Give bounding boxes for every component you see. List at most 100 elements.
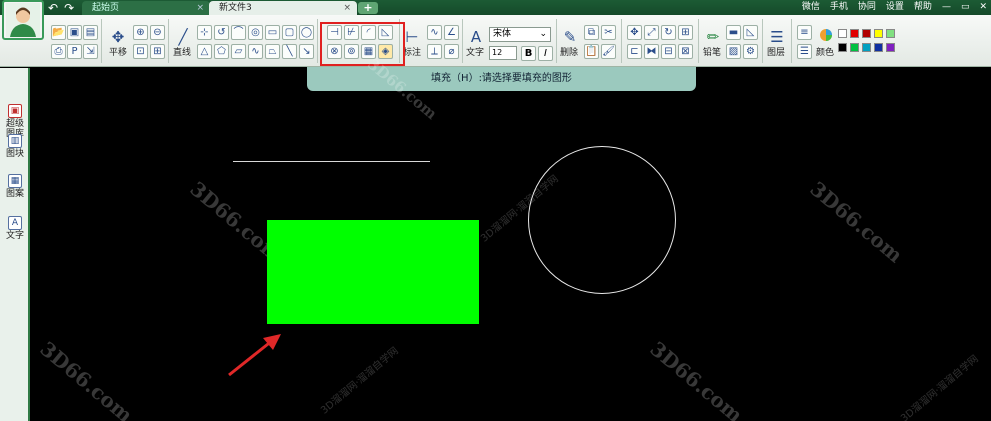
pan-label[interactable]: 平移 (109, 45, 127, 58)
pentagon-icon[interactable]: ⬠ (214, 44, 229, 59)
color-swatch[interactable] (886, 43, 895, 52)
rectangle-icon[interactable]: ▭ (265, 25, 280, 40)
delete-label[interactable]: 删除 (560, 45, 578, 58)
dimension-icon[interactable]: ⊢ (402, 27, 422, 47)
color-swatch[interactable] (886, 29, 895, 38)
color-swatch[interactable] (874, 29, 883, 38)
dimension-label[interactable]: 标注 (403, 45, 421, 58)
paste-icon[interactable]: 📋 (584, 44, 599, 59)
line-tool-icon[interactable]: ╱ (173, 27, 193, 47)
dim-diameter-icon[interactable]: ⌀ (444, 44, 459, 59)
add-tab-button[interactable]: + (358, 2, 378, 14)
spline-icon[interactable]: ∿ (248, 44, 263, 59)
color-swatch[interactable] (850, 43, 859, 52)
help-link[interactable]: 帮助 (914, 0, 932, 14)
measure-icon[interactable]: ◺ (743, 25, 758, 40)
undo-arrow-icon[interactable]: ↶ (48, 1, 58, 15)
rotate-icon[interactable]: ↻ (661, 25, 676, 40)
wechat-link[interactable]: 微信 (802, 0, 820, 14)
save-icon[interactable]: ▣ (67, 25, 82, 40)
line-tool-label[interactable]: 直线 (173, 45, 191, 58)
user-avatar[interactable] (2, 0, 44, 40)
dim-angle-icon[interactable]: ∠ (444, 25, 459, 40)
top-right-menu: 微信 手机 协同 设置 帮助 — ▭ ✕ (802, 0, 987, 14)
bold-button[interactable]: B (521, 46, 536, 61)
layers-icon[interactable]: ☰ (767, 27, 787, 47)
collab-link[interactable]: 协同 (858, 0, 876, 14)
brush-icon[interactable]: 🖌 (601, 44, 616, 59)
polyline-icon[interactable]: ⊹ (197, 25, 212, 40)
color-wheel-icon[interactable] (816, 25, 836, 45)
trapezoid-icon[interactable]: ⏢ (265, 44, 280, 59)
layer-label[interactable]: 图层 (767, 45, 785, 58)
drawing-canvas[interactable] (32, 91, 991, 421)
close-window-button[interactable]: ✕ (979, 0, 987, 14)
align-icon[interactable]: ⊟ (661, 44, 676, 59)
group-icon[interactable]: ⊠ (678, 44, 693, 59)
color-swatch[interactable] (838, 43, 847, 52)
eraser-icon[interactable]: ✎ (560, 27, 580, 47)
pencil-label[interactable]: 铅笔 (703, 45, 721, 58)
zoom-out-icon[interactable]: ⊖ (150, 25, 165, 40)
scale-icon[interactable]: ⤢ (644, 25, 659, 40)
pan-icon[interactable]: ✥ (108, 27, 128, 47)
print-icon[interactable]: ⎙ (51, 44, 66, 59)
pattern-item[interactable]: ▦ 图案 (2, 174, 28, 199)
settings-small-icon[interactable]: ⚙ (743, 44, 758, 59)
copy-icon[interactable]: ⧉ (584, 25, 599, 40)
color-swatch[interactable] (862, 29, 871, 38)
font-family-select[interactable]: 宋体 ⌄ (489, 27, 551, 42)
close-icon[interactable]: × (196, 1, 204, 15)
cut-icon[interactable]: ✂ (601, 25, 616, 40)
arrow-line-icon[interactable]: ↘ (299, 44, 314, 59)
text-tool-label[interactable]: 文字 (466, 45, 484, 58)
zoom-extents-icon[interactable]: ⊞ (150, 44, 165, 59)
save-as-icon[interactable]: ▤ (83, 25, 98, 40)
text-item[interactable]: A 文字 (2, 216, 28, 241)
font-size-select[interactable]: 12 (489, 46, 517, 60)
diagonal-icon[interactable]: ╲ (282, 44, 297, 59)
block-item[interactable]: ▥ 图块 (2, 134, 28, 159)
settings-link[interactable]: 设置 (886, 0, 904, 14)
tab-start-page[interactable]: 起始页 × (82, 1, 210, 15)
italic-button[interactable]: I (538, 46, 553, 61)
ellipse-icon[interactable]: ◯ (299, 25, 314, 40)
color-label[interactable]: 颜色 (816, 45, 834, 58)
array-icon[interactable]: ⊞ (678, 25, 693, 40)
pdf-icon[interactable]: P (67, 44, 82, 59)
mirror-icon[interactable]: ⧓ (644, 44, 659, 59)
color-swatch[interactable] (862, 43, 871, 52)
arc-icon[interactable]: ↺ (214, 25, 229, 40)
ruler-icon[interactable]: ▬ (726, 25, 741, 40)
drawn-circle[interactable] (528, 146, 676, 294)
maximize-button[interactable]: ▭ (961, 0, 970, 14)
zoom-in-icon[interactable]: ⊕ (133, 25, 148, 40)
filled-rectangle[interactable] (267, 220, 479, 324)
line-weight-icon[interactable]: ≡ (797, 25, 812, 40)
curve-icon[interactable]: ⌒ (231, 25, 246, 40)
image-icon[interactable]: ▨ (726, 44, 741, 59)
circle-icon[interactable]: ◎ (248, 25, 263, 40)
zoom-window-icon[interactable]: ⊡ (133, 44, 148, 59)
export-icon[interactable]: ⇲ (83, 44, 98, 59)
text-tool-icon[interactable]: A (466, 27, 486, 47)
move-icon[interactable]: ✥ (627, 25, 642, 40)
mobile-link[interactable]: 手机 (830, 0, 848, 14)
minimize-button[interactable]: — (942, 0, 951, 14)
close-icon[interactable]: × (343, 1, 351, 15)
parallelogram-icon[interactable]: ▱ (231, 44, 246, 59)
open-file-icon[interactable]: 📂 (51, 25, 66, 40)
tab-new-file[interactable]: 新文件3 × (209, 1, 357, 15)
rounded-rect-icon[interactable]: ▢ (282, 25, 297, 40)
line-type-icon[interactable]: ☰ (797, 44, 812, 59)
redo-arrow-icon[interactable]: ↷ (64, 1, 74, 15)
color-swatch[interactable] (874, 43, 883, 52)
pencil-icon[interactable]: ✏ (703, 27, 723, 47)
dim-radius-icon[interactable]: ⟂ (427, 44, 442, 59)
drawn-line[interactable] (233, 161, 430, 162)
color-swatch[interactable] (838, 29, 847, 38)
dim-aligned-icon[interactable]: ∿ (427, 25, 442, 40)
color-swatch[interactable] (850, 29, 859, 38)
stretch-icon[interactable]: ⊏ (627, 44, 642, 59)
triangle-icon[interactable]: △ (197, 44, 212, 59)
